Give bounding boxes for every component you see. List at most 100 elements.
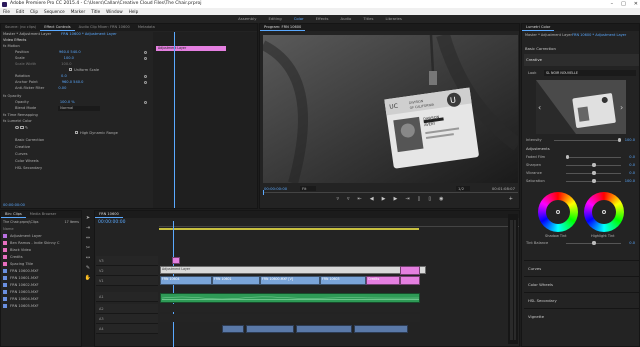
razor-tool-icon[interactable]: ✂: [84, 244, 92, 252]
ec-row-hdr[interactable]: High Dynamic Range: [75, 131, 118, 136]
video-clip[interactable]: FRN 10600.MXF [V]: [260, 276, 320, 285]
rotation-keyframe-icon[interactable]: [144, 75, 147, 78]
blend-mode-select[interactable]: Normal: [58, 106, 101, 111]
ec-row-blend-mode[interactable]: Blend Mode Normal: [15, 106, 101, 111]
hand-tool-icon[interactable]: ✋: [84, 274, 92, 282]
minimize-button[interactable]: –: [611, 0, 614, 8]
ec-lumetri-tool-icons[interactable]: ✎: [15, 125, 28, 130]
ec-clip-bar[interactable]: Adjustment Layer: [156, 46, 226, 51]
track-header-a1[interactable]: A1: [96, 292, 158, 302]
workspace-assembly[interactable]: Assembly: [238, 15, 256, 23]
track-header-a2[interactable]: A2: [96, 304, 158, 314]
selection-tool-icon[interactable]: ➤: [84, 214, 92, 222]
tab-source[interactable]: Source: (no clips): [1, 24, 40, 31]
bin-item[interactable]: Adjustment Layer: [3, 233, 79, 240]
audio-clip-a1[interactable]: [160, 293, 420, 303]
menu-marker[interactable]: Marker: [71, 8, 85, 15]
export-frame-icon[interactable]: ◉: [439, 196, 443, 206]
workspace-audio[interactable]: Audio: [341, 15, 352, 23]
go-to-in-icon[interactable]: ⇤: [358, 196, 362, 206]
ec-row-anti-flicker[interactable]: Anti-flicker Filter 0.00: [15, 86, 66, 91]
program-scrub-bar[interactable]: [263, 192, 518, 193]
tab-audio-clip-mixer[interactable]: Audio Clip Mixer: FRN 10600: [75, 24, 134, 31]
menu-edit[interactable]: Edit: [16, 8, 24, 15]
lumetri-look-preview[interactable]: ‹ ›: [536, 80, 626, 134]
highlight-tint-wheel[interactable]: [584, 192, 624, 232]
slip-tool-icon[interactable]: ↔: [84, 254, 92, 262]
tab-lumetri-color[interactable]: Lumetri Color: [522, 24, 555, 31]
ec-row-lumetri[interactable]: fx Lumetri Color: [3, 119, 32, 124]
bin-item[interactable]: FRN 10605.MXF: [3, 303, 79, 310]
mark-out-icon[interactable]: ▿: [347, 196, 350, 206]
position-keyframe-icon[interactable]: [144, 51, 147, 54]
ec-row-motion[interactable]: fx Motion: [3, 44, 20, 49]
lumetri-color-wheels-section[interactable]: Color Wheels: [524, 276, 639, 292]
a4-clip[interactable]: [354, 325, 408, 333]
workspace-effects[interactable]: Effects: [316, 15, 329, 23]
track-select-tool-icon[interactable]: ⇥: [84, 224, 92, 232]
track-header-v2[interactable]: V2: [96, 266, 158, 276]
video-clip[interactable]: FRN 10604: [160, 276, 212, 285]
a2-track-lane[interactable]: [160, 304, 420, 312]
bin-item[interactable]: Credits: [3, 254, 79, 261]
program-current-timecode[interactable]: 00:00:00:00: [264, 186, 287, 191]
tab-timeline-sequence[interactable]: FRN 10600: [95, 211, 123, 218]
ec-row-opacity[interactable]: Opacity 100.0 %: [15, 100, 75, 105]
ec-row-scale[interactable]: Scale 100.0: [15, 56, 74, 61]
ec-row-position[interactable]: Position 960.0 540.0: [15, 50, 81, 55]
shadow-tint-wheel[interactable]: [538, 192, 578, 232]
ec-row-hsl-secondary[interactable]: HSL Secondary: [15, 166, 42, 171]
ec-playhead[interactable]: [174, 32, 175, 208]
lumetri-adjustments-label[interactable]: Adjustments: [526, 146, 550, 151]
a3-track-lane[interactable]: [160, 314, 420, 322]
menu-clip[interactable]: Clip: [30, 8, 38, 15]
a4-clip[interactable]: [222, 325, 244, 333]
scale-keyframe-icon[interactable]: [144, 57, 147, 60]
timeline-ruler[interactable]: [159, 221, 519, 227]
v1-pink-clip[interactable]: [400, 276, 420, 285]
workspace-titles[interactable]: Titles: [363, 15, 373, 23]
credits-clip[interactable]: Credits: [366, 276, 400, 285]
lumetri-intensity-row[interactable]: Intensity 100.0: [526, 137, 635, 143]
maximize-button[interactable]: □: [621, 0, 626, 8]
close-button[interactable]: ✕: [634, 0, 638, 8]
tab-metadata[interactable]: Metadata: [134, 24, 159, 31]
lumetri-vignette-section[interactable]: Vignette: [524, 308, 639, 324]
track-header-v3[interactable]: V3: [96, 256, 158, 266]
opacity-keyframe-icon[interactable]: [144, 101, 147, 104]
video-clip[interactable]: FRN 10603: [320, 276, 366, 285]
tint-balance-slider[interactable]: Tint Balance 0.0: [526, 240, 635, 246]
ec-row-scale-width[interactable]: Scale Width 100.0: [15, 62, 72, 67]
ripple-edit-tool-icon[interactable]: ⇔: [84, 234, 92, 242]
ec-master-label[interactable]: Master * Adjustment Layer: [3, 32, 51, 36]
menu-sequence[interactable]: Sequence: [44, 8, 65, 15]
ec-row-creative[interactable]: Creative: [15, 145, 30, 150]
mark-in-icon[interactable]: ▿: [337, 196, 340, 206]
program-playhead[interactable]: [263, 190, 264, 195]
go-to-out-icon[interactable]: ⇥: [405, 196, 409, 206]
lumetri-master-label[interactable]: Master * Adjustment Layer: [525, 33, 572, 37]
hdr-checkbox[interactable]: [75, 131, 78, 134]
play-icon[interactable]: ▶: [382, 196, 386, 206]
bin-item[interactable]: Ben Ramos - Indie Skinny C: [3, 240, 79, 247]
workspace-color[interactable]: Color: [294, 15, 304, 23]
ec-timecode[interactable]: 00:00:00:00: [3, 203, 25, 207]
lumetri-look-select[interactable]: SL NOIR NOUVELLE: [544, 70, 636, 76]
step-forward-icon[interactable]: ▶: [393, 196, 397, 206]
adjustment-layer-clip[interactable]: Adjustment Layer: [160, 266, 426, 274]
bin-item[interactable]: FRN 10604.MXF: [3, 296, 79, 303]
lumetri-hsl-section[interactable]: HSL Secondary: [524, 292, 639, 308]
extract-icon[interactable]: ▯: [428, 196, 431, 206]
bin-item[interactable]: FRN 10602.MXF: [3, 282, 79, 289]
track-header-a3[interactable]: A3: [96, 314, 158, 324]
bin-item[interactable]: Black Video: [3, 247, 79, 254]
lumetri-curves-section[interactable]: Curves: [524, 260, 639, 276]
vibrance-slider[interactable]: Vibrance 0.0: [526, 170, 635, 176]
tab-program[interactable]: Program: FRN 10600: [260, 24, 306, 31]
menu-window[interactable]: Window: [106, 8, 123, 15]
ec-row-time-remapping[interactable]: fx Time Remapping: [3, 113, 38, 118]
lumetri-sequence-label[interactable]: FRN 10600 * Adjustment Layer: [572, 33, 626, 37]
saturation-slider[interactable]: Saturation 100.0: [526, 178, 635, 184]
track-header-v1[interactable]: V1: [96, 276, 158, 286]
tab-media-browser[interactable]: Media Browser: [26, 211, 61, 218]
